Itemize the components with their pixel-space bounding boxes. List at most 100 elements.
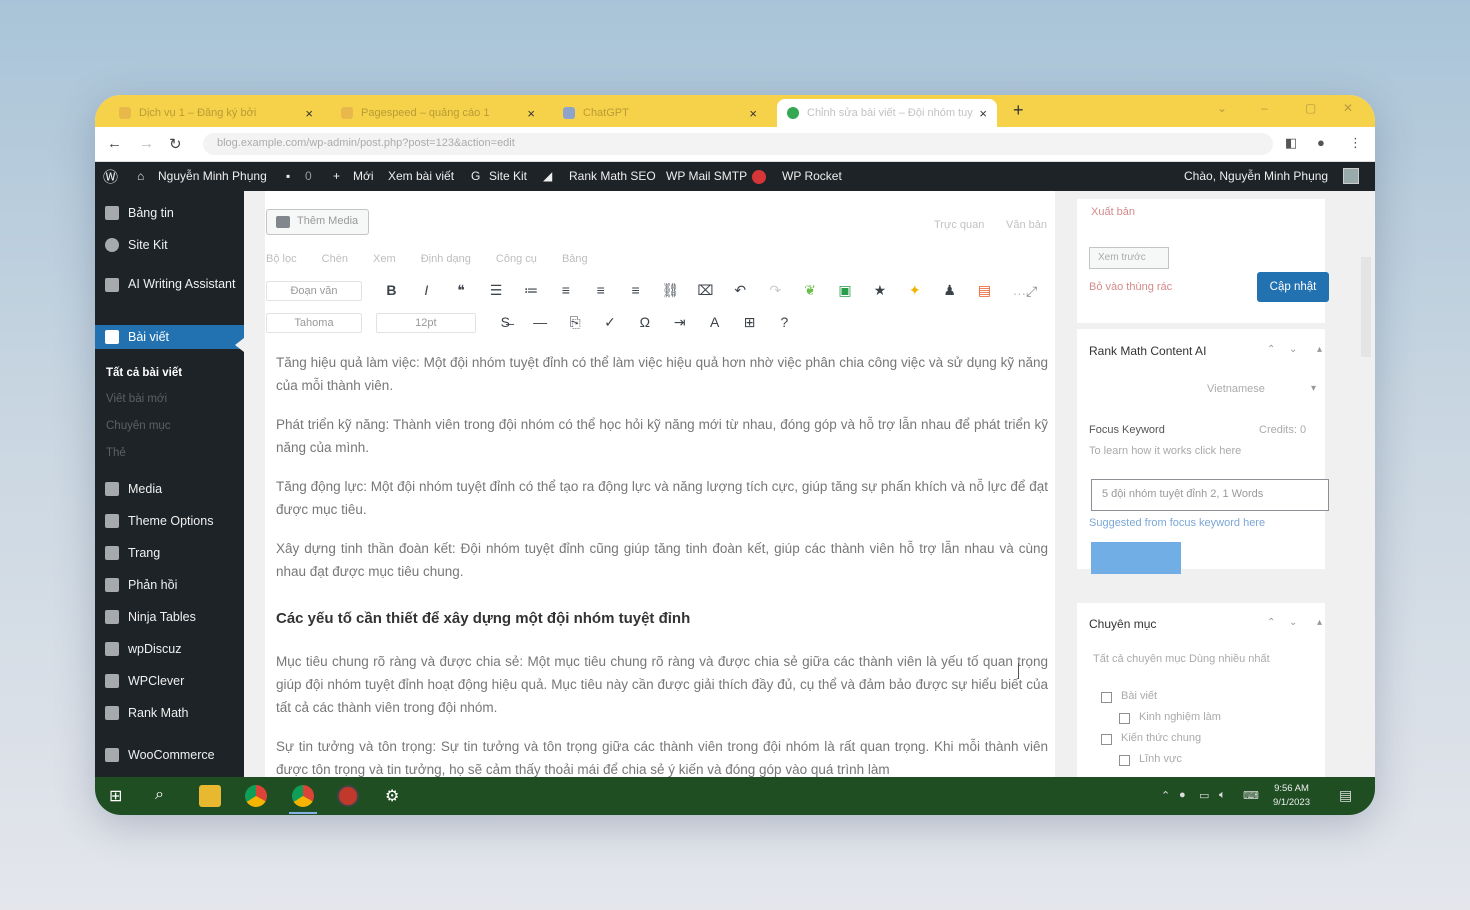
chevron-down-icon[interactable]: ⌄ <box>1289 344 1297 355</box>
indent-icon[interactable]: ⇥ <box>664 314 695 331</box>
network-icon[interactable]: ▭ <box>1199 789 1209 802</box>
toggle-icon[interactable]: ▴ <box>1317 344 1322 355</box>
wordpress-logo-icon[interactable]: Ⓦ <box>103 166 118 187</box>
menu-item[interactable]: Bộ lọc <box>266 253 297 265</box>
leaf-icon[interactable]: ❦ <box>795 282 826 299</box>
tab-3[interactable]: ChatGPT × <box>553 99 767 127</box>
close-icon[interactable]: × <box>749 106 757 121</box>
chevron-up-icon[interactable]: ⌃ <box>1267 617 1275 628</box>
forward-icon[interactable]: → <box>139 135 154 152</box>
strikethrough-icon[interactable]: S̶ <box>490 314 521 330</box>
sidebar-item-dashboard[interactable]: Bảng tin <box>95 201 244 225</box>
add-media-button[interactable]: Thêm Media <box>266 209 370 235</box>
table-icon[interactable]: ⊞ <box>734 314 765 331</box>
align-left-icon[interactable]: ≡ <box>550 282 581 298</box>
submenu-tags[interactable]: Thẻ <box>106 447 126 459</box>
highlight-icon[interactable]: ✦ <box>899 282 930 299</box>
redo-icon[interactable]: ↷ <box>760 282 791 299</box>
tab-2[interactable]: Pagespeed – quảng cáo 1 × <box>331 99 545 127</box>
profile-icon[interactable]: ● <box>1317 135 1325 150</box>
tab-search-icon[interactable]: ⌄ <box>1217 101 1227 115</box>
clear-format-icon[interactable]: ✓ <box>594 314 625 331</box>
notification-icon[interactable]: ▤ <box>1339 787 1352 804</box>
bullet-list-icon[interactable]: ☰ <box>481 282 512 299</box>
chevron-down-icon[interactable]: ⌄ <box>1289 617 1297 628</box>
ime-icon[interactable]: ⌨ <box>1243 789 1259 802</box>
reload-icon[interactable]: ↻ <box>169 135 182 153</box>
move-trash-link[interactable]: Bỏ vào thùng rác <box>1089 281 1172 293</box>
windows-start-icon[interactable]: ⊞ <box>109 786 122 806</box>
category-checkbox[interactable] <box>1119 755 1130 766</box>
menu-item[interactable]: Định dạng <box>421 253 471 265</box>
sidebar-item-media[interactable]: Media <box>95 477 244 501</box>
menu-item[interactable]: Xem <box>373 253 396 265</box>
star-icon[interactable]: ★ <box>864 282 895 299</box>
link-icon[interactable]: ⛓ <box>655 282 686 299</box>
window-close-icon[interactable]: ✕ <box>1343 101 1353 115</box>
format-select[interactable]: Đoạn văn <box>266 281 362 301</box>
country-select[interactable]: Vietnamese <box>1207 383 1265 395</box>
close-icon[interactable]: × <box>305 106 313 121</box>
sidebar-toggle-icon[interactable]: ◧ <box>1285 135 1297 151</box>
research-button[interactable] <box>1091 542 1181 574</box>
site-name-link[interactable]: Nguyễn Minh Phụng <box>158 169 267 183</box>
keyword-input[interactable]: 5 đội nhóm tuyệt đỉnh 2, 1 Words <box>1091 479 1329 511</box>
scrollbar[interactable] <box>1361 257 1371 357</box>
undo-icon[interactable]: ↶ <box>725 282 756 299</box>
comment-icon[interactable]: ▪ <box>286 169 290 183</box>
new-tab-button[interactable]: + <box>1013 100 1024 121</box>
chevron-up-icon[interactable]: ⌃ <box>1267 344 1275 355</box>
submenu-all-posts[interactable]: Tất cả bài viết <box>106 367 182 379</box>
minimize-icon[interactable]: – <box>1261 101 1268 115</box>
flag-icon[interactable]: ▤ <box>969 282 1000 299</box>
fullscreen-icon[interactable]: ⤢ <box>1026 283 1037 300</box>
preview-button[interactable]: Xem trước <box>1089 247 1169 269</box>
toggle-icon[interactable]: ▴ <box>1317 617 1322 628</box>
paste-text-icon[interactable]: ⎘ <box>560 314 591 331</box>
sidebar-item-wpclever[interactable]: WPClever <box>95 669 244 693</box>
sidebar-item-woocommerce[interactable]: WooCommerce <box>95 743 244 767</box>
settings-gear-icon[interactable]: ⚙ <box>385 786 399 806</box>
omega-icon[interactable]: Ω <box>629 314 660 330</box>
tab-text[interactable]: Văn bản <box>1006 219 1047 231</box>
sidebar-item-site-kit[interactable]: Site Kit <box>95 233 244 257</box>
category-checkbox[interactable] <box>1101 734 1112 745</box>
antivirus-icon[interactable]: ● <box>1179 789 1186 801</box>
back-icon[interactable]: ← <box>107 135 122 152</box>
chrome-icon[interactable] <box>245 785 267 807</box>
wp-mail-smtp-link[interactable]: WP Mail SMTP <box>666 169 767 184</box>
sidebar-item-ai-writing[interactable]: AI Writing Assistant <box>95 273 244 311</box>
view-post-link[interactable]: Xem bài viết <box>388 169 454 183</box>
search-icon[interactable]: ⌕ <box>155 786 164 804</box>
tab-visual[interactable]: Trực quan <box>934 219 984 231</box>
category-checkbox[interactable] <box>1101 692 1112 703</box>
hint-link[interactable]: To learn how it works click here <box>1089 445 1241 457</box>
menu-item[interactable]: Công cụ <box>496 253 537 265</box>
font-size-select[interactable]: 12pt <box>375 313 476 333</box>
submenu-add-new[interactable]: Viết bài mới <box>106 393 167 405</box>
site-kit-link[interactable]: Site Kit <box>489 169 527 183</box>
sidebar-item-comments[interactable]: Phản hồi <box>95 573 244 597</box>
bold-icon[interactable]: B <box>376 282 407 298</box>
sidebar-item-pages[interactable]: Trang <box>95 541 244 565</box>
align-center-icon[interactable]: ≡ <box>585 282 616 298</box>
tab-active[interactable]: Chỉnh sửa bài viết – Đội nhóm tuyệt × <box>777 99 997 127</box>
numbered-list-icon[interactable]: ≔ <box>515 282 546 299</box>
chat-icon[interactable]: ▣ <box>829 282 860 299</box>
menu-kebab-icon[interactable]: ⋮ <box>1349 135 1362 151</box>
sidebar-item-posts[interactable]: Bài viết <box>95 325 244 349</box>
app-icon[interactable] <box>337 785 359 807</box>
new-link[interactable]: Mới <box>353 169 374 183</box>
font-family-select[interactable]: Tahoma <box>266 313 362 333</box>
category-tabs[interactable]: Tất cả chuyên mục Dùng nhiều nhất <box>1093 653 1270 665</box>
sidebar-item-ninja-tables[interactable]: Ninja Tables <box>95 605 244 629</box>
close-icon[interactable]: × <box>527 106 535 121</box>
file-explorer-icon[interactable] <box>199 785 221 807</box>
horizontal-line-icon[interactable]: ― <box>525 314 556 330</box>
avatar[interactable] <box>1343 168 1359 184</box>
maximize-icon[interactable]: ▢ <box>1305 101 1316 115</box>
post-content[interactable]: Tăng hiệu quả làm việc: Một đội nhóm tuy… <box>276 351 1048 777</box>
url-field[interactable]: blog.example.com/wp-admin/post.php?post=… <box>203 133 1273 155</box>
update-button[interactable]: Cập nhật <box>1257 272 1329 302</box>
spy-icon[interactable]: ♟ <box>934 282 965 299</box>
